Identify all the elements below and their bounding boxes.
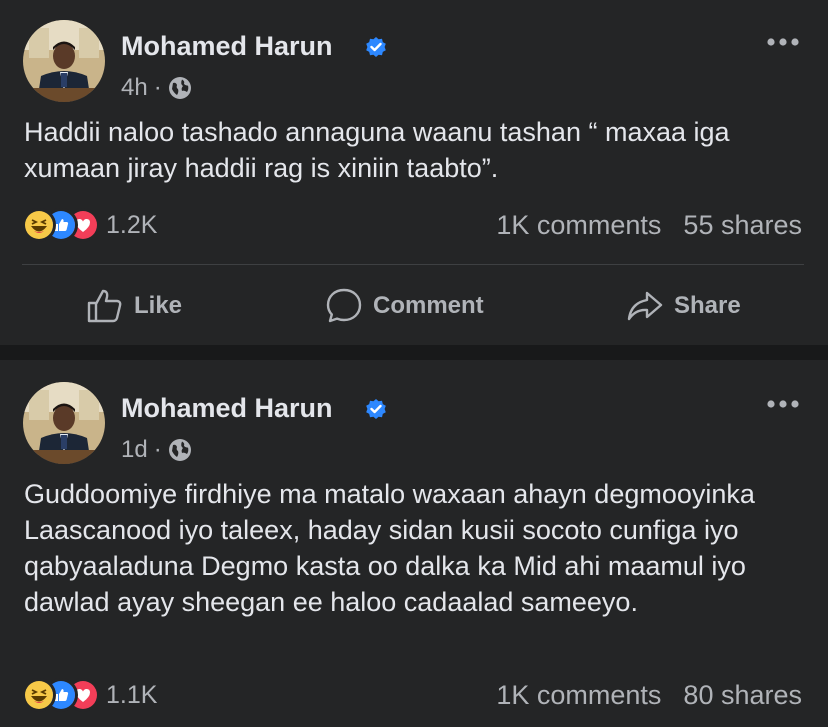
avatar[interactable]: [23, 382, 105, 464]
meta-separator: ·: [153, 436, 162, 463]
shares-count[interactable]: 80 shares: [683, 680, 802, 711]
author-name[interactable]: Mohamed Harun: [121, 393, 333, 424]
post-text: Guddoomiye firdhiye ma matalo waxaan aha…: [24, 479, 755, 617]
post-time[interactable]: 1d: [121, 436, 148, 464]
post-stats: 1K comments 80 shares: [496, 680, 802, 711]
globe-icon: [168, 439, 191, 461]
verified-badge-icon: [366, 399, 386, 419]
more-options-icon[interactable]: [766, 399, 800, 409]
post-card-content: Mohamed Harun 1d · Guddoomiye firdhiye m…: [0, 0, 828, 712]
reactions-summary[interactable]: 1.1K: [22, 678, 157, 712]
reaction-count: 1.1K: [106, 680, 158, 709]
haha-icon: [22, 208, 56, 242]
post-meta: 1d ·: [121, 436, 192, 464]
comments-count[interactable]: 1K comments: [496, 680, 661, 711]
haha-icon: [22, 678, 56, 712]
